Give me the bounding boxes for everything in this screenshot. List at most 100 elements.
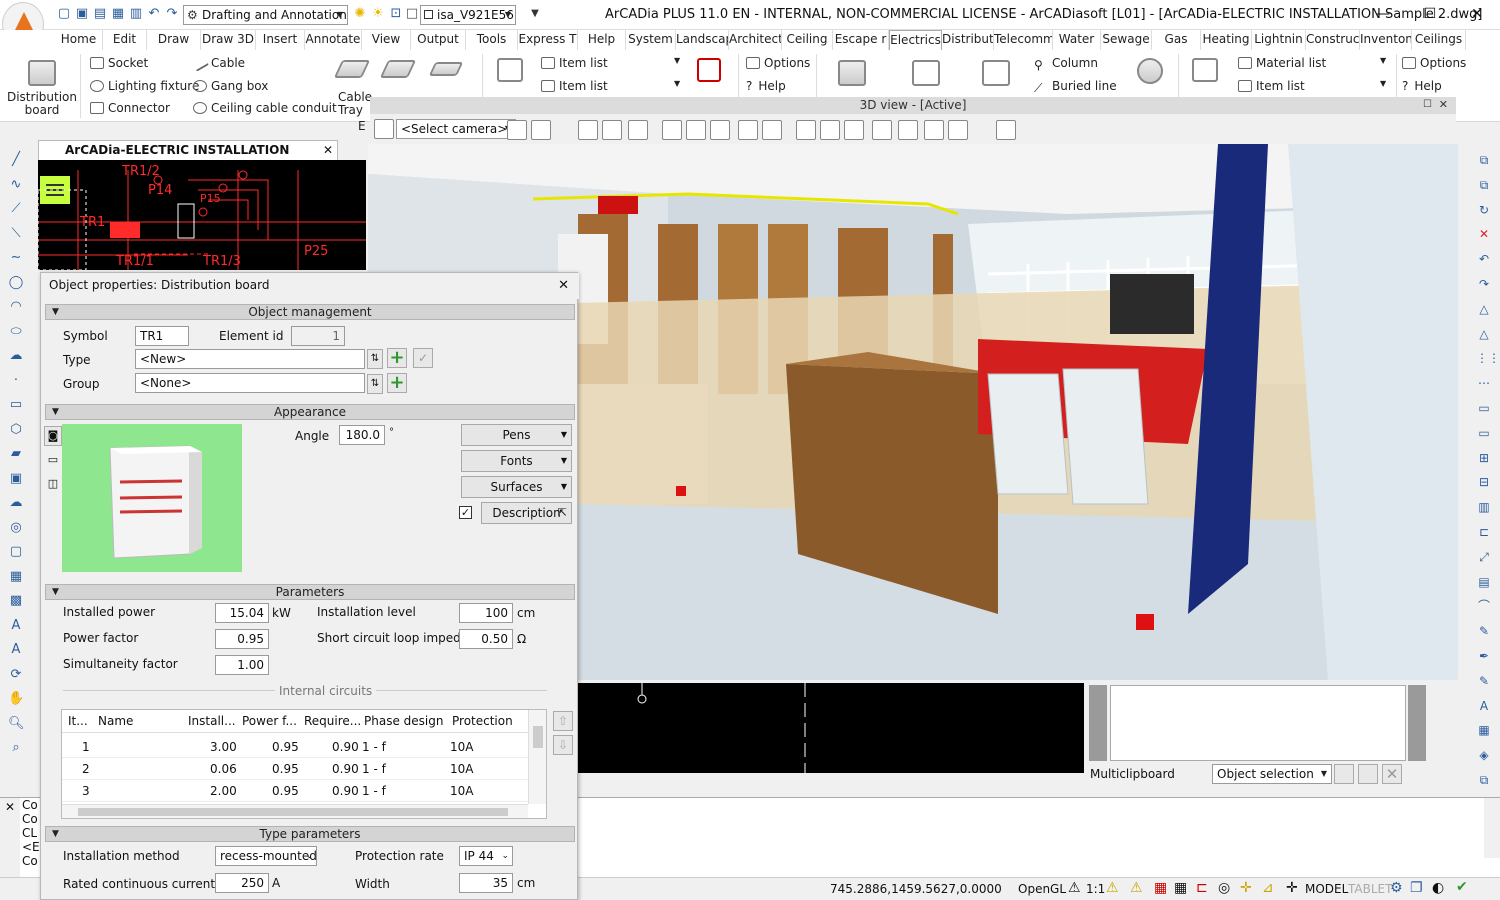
table-row[interactable]: 1 3.00 0.95 0.90 1 - f 10A [62, 736, 528, 758]
telecom-board-icon[interactable] [838, 60, 866, 86]
lightbulb-icon[interactable]: ✺ [352, 6, 368, 22]
fonts-button[interactable]: Fonts ▼ [461, 450, 572, 472]
fly-icon[interactable] [662, 120, 682, 140]
open-folder-icon[interactable]: ▤ [92, 6, 108, 22]
item-list-button-1[interactable]: Item list ▼ [541, 56, 680, 70]
move-icon[interactable]: ⧉ [1476, 177, 1492, 193]
electric-marker-icon[interactable] [697, 58, 721, 82]
symbol-input[interactable]: TR1 [135, 326, 189, 346]
tab-sewage[interactable]: Sewage [1101, 30, 1152, 50]
polygon-icon[interactable]: ⬡ [8, 422, 24, 438]
text-Ab-icon[interactable]: A [8, 642, 24, 658]
lineweight-icon[interactable]: ✛ [1286, 880, 1298, 896]
scale-label[interactable]: 1:1 [1086, 882, 1105, 896]
copy-icon[interactable] [1334, 764, 1354, 784]
command-scrollbar[interactable] [1484, 798, 1500, 858]
power-factor-input[interactable]: 0.95 [215, 629, 269, 649]
region-icon[interactable]: ▰ [8, 446, 24, 462]
join-icon[interactable]: ⌒ [1476, 598, 1492, 614]
tab-system[interactable]: System [626, 30, 676, 50]
zoom-extents-icon[interactable] [602, 120, 622, 140]
section-appearance[interactable]: ▼ Appearance [45, 404, 575, 420]
text-edit-icon[interactable]: A [1476, 698, 1492, 714]
telecom-box-icon[interactable] [982, 60, 1010, 86]
buried-line-button[interactable]: ⟋ Buried line [1034, 79, 1117, 95]
point-icon[interactable]: · [8, 373, 24, 389]
angle-input[interactable]: 180.0 [339, 425, 385, 445]
tab-distribut[interactable]: Distribut [942, 30, 994, 50]
redo-icon[interactable]: ↷ [164, 6, 180, 22]
print-icon[interactable]: ▥ [128, 6, 144, 22]
save-icon[interactable]: ▦ [110, 6, 126, 22]
width-input[interactable]: 35 [459, 873, 513, 893]
description-checkbox[interactable]: ✓ [459, 506, 472, 519]
target-icon[interactable] [686, 120, 706, 140]
group-browse-icon[interactable]: ⇅ [367, 374, 383, 394]
section-object-management[interactable]: ▼ Object management [45, 304, 575, 320]
tab-draw[interactable]: Draw [147, 30, 201, 50]
polar-icon[interactable]: ◎ [1218, 880, 1230, 896]
cable-tray-2-icon[interactable] [379, 60, 417, 78]
document-tab[interactable]: ArCADia-ELECTRIC INSTALLATION Sample 2.d… [38, 140, 338, 176]
column-header[interactable]: Power f... [242, 714, 297, 728]
cloud-icon[interactable]: ☁ [8, 495, 24, 511]
tab-tools[interactable]: Tools [466, 30, 518, 50]
copy-icon[interactable]: ⧉ [1476, 152, 1492, 168]
close-tab-icon[interactable]: ✕ [323, 141, 333, 160]
add-type-icon[interactable]: + [387, 348, 407, 368]
clip-icon[interactable] [820, 120, 840, 140]
ceiling-cable-conduit-button[interactable]: Ceiling cable conduit [193, 101, 337, 115]
layer-select[interactable]: isa_V921E56 ▼ [420, 5, 516, 25]
command-line-handle[interactable]: ✕ [0, 798, 20, 878]
zoom-window-icon[interactable]: ⌕ [8, 740, 24, 756]
move-down-icon[interactable]: ⇩ [553, 735, 573, 755]
tab-heating[interactable]: Heating [1201, 30, 1252, 50]
mirror-icon[interactable]: △ [1476, 301, 1492, 317]
column-header[interactable]: Protection [452, 714, 513, 728]
tab-edit[interactable]: Edit [103, 30, 147, 50]
isolate-icon[interactable]: ◐ [1432, 880, 1444, 896]
tab-draw-3d[interactable]: Draw 3D [201, 30, 256, 50]
item-list-button-2[interactable]: Item list ▼ [541, 79, 680, 93]
tab-view[interactable]: View [362, 30, 411, 50]
protection-rate-select[interactable]: IP 44 ⌄ [459, 846, 513, 866]
multiclipboard-list[interactable] [1110, 685, 1406, 761]
multiclipboard-scrollbar-right[interactable] [1408, 685, 1426, 761]
telecom-scheme-icon[interactable] [1192, 58, 1218, 82]
distribution-board-button[interactable]: Distribution board [6, 91, 78, 117]
column-header[interactable]: Name [98, 714, 133, 728]
sun-icon[interactable]: ☀ [370, 6, 386, 22]
add-group-icon[interactable]: + [387, 373, 407, 393]
column-header[interactable]: It... [68, 714, 88, 728]
array-icon[interactable]: ⋮⋮ [1476, 350, 1500, 366]
column-header[interactable]: Require... [304, 714, 361, 728]
xline-icon[interactable]: ⟍ [8, 226, 24, 242]
model-toggle[interactable]: MODEL [1305, 882, 1348, 896]
rated-current-input[interactable]: 250 [215, 873, 269, 893]
move-up-icon[interactable]: ⇧ [553, 711, 573, 731]
tab-gas[interactable]: Gas [1152, 30, 1201, 50]
workspace-switch-icon[interactable]: ❐ [1410, 880, 1423, 896]
cable-tray-button[interactable]: Cable Tray [338, 91, 372, 117]
tab-architect[interactable]: Architect [729, 30, 782, 50]
scli-input[interactable]: 0.50 [459, 629, 513, 649]
camera-add-icon[interactable] [374, 119, 394, 139]
item-list-button-3[interactable]: Item list ▼ [1238, 79, 1386, 93]
mirror-2-icon[interactable]: △ [1476, 326, 1492, 342]
match-icon[interactable]: ⧉ [1476, 772, 1492, 788]
socket-button[interactable]: Socket [90, 56, 148, 70]
antenna-icon[interactable] [1137, 58, 1163, 84]
workspace-select[interactable]: ⚙ Drafting and Annotation ▼ [183, 5, 348, 25]
erase-icon[interactable]: ✕ [1476, 226, 1492, 242]
material-list-button[interactable]: Material list ▼ [1238, 56, 1386, 70]
tab-escape-r[interactable]: Escape r [833, 30, 889, 50]
tab-annotate[interactable]: Annotate [305, 30, 362, 50]
tab-ceiling[interactable]: Ceiling [782, 30, 833, 50]
lighting-fixture-button[interactable]: Lighting fixture [90, 79, 199, 93]
tab-water[interactable]: Water [1053, 30, 1101, 50]
description-button[interactable]: Description ⇱ [481, 502, 572, 524]
ellipse-icon[interactable]: ⬭ [8, 324, 24, 340]
maximize-button[interactable]: ☐ [1415, 4, 1445, 24]
undo-edit-icon[interactable]: ↶ [1476, 251, 1492, 267]
trim-icon[interactable]: ⊟ [1476, 474, 1492, 490]
